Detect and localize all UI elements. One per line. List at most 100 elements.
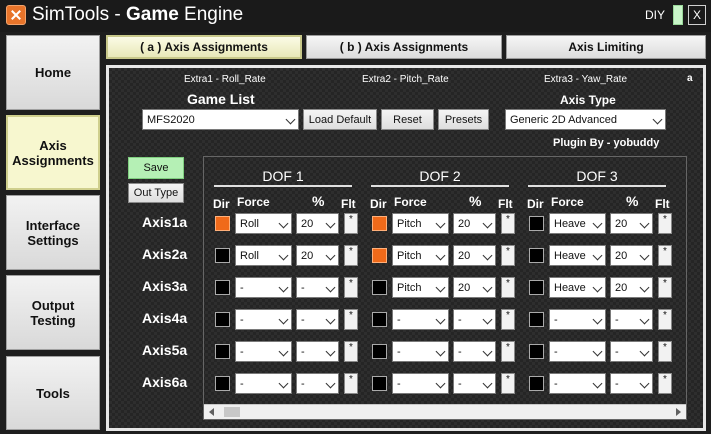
sidebar-item-output-testing[interactable]: Output Testing bbox=[6, 275, 100, 350]
percent-select[interactable]: - bbox=[296, 373, 339, 394]
force-select[interactable]: - bbox=[549, 341, 606, 362]
sidebar-item-axis-assignments[interactable]: Axis Assignments bbox=[6, 115, 100, 190]
direction-checkbox[interactable] bbox=[215, 216, 230, 231]
filter-button[interactable]: * bbox=[501, 309, 515, 330]
percent-select[interactable]: 20 bbox=[610, 277, 653, 298]
force-select[interactable]: - bbox=[235, 341, 292, 362]
tab-axis-limiting[interactable]: Axis Limiting bbox=[506, 35, 706, 59]
force-select[interactable]: - bbox=[235, 309, 292, 330]
filter-button[interactable]: * bbox=[658, 341, 672, 362]
presets-button[interactable]: Presets bbox=[438, 109, 489, 130]
percent-select[interactable]: 20 bbox=[453, 277, 496, 298]
direction-checkbox[interactable] bbox=[215, 376, 230, 391]
force-select[interactable]: Heave bbox=[549, 245, 606, 266]
direction-checkbox[interactable] bbox=[529, 248, 544, 263]
force-select[interactable]: Roll bbox=[235, 245, 292, 266]
filter-button[interactable]: * bbox=[658, 373, 672, 394]
percent-select[interactable]: 20 bbox=[296, 245, 339, 266]
filter-button[interactable]: * bbox=[501, 245, 515, 266]
scrollbar-thumb[interactable] bbox=[224, 407, 240, 417]
chevron-down-icon bbox=[325, 314, 336, 325]
chevron-down-icon bbox=[278, 378, 289, 389]
direction-checkbox[interactable] bbox=[215, 248, 230, 263]
sidebar-item-tools[interactable]: Tools bbox=[6, 356, 100, 430]
filter-button[interactable]: * bbox=[658, 277, 672, 298]
force-select[interactable]: Heave bbox=[549, 213, 606, 234]
force-select[interactable]: - bbox=[235, 373, 292, 394]
force-select[interactable]: - bbox=[392, 341, 449, 362]
axis-type-select[interactable]: Generic 2D Advanced bbox=[505, 109, 666, 130]
percent-select[interactable]: - bbox=[610, 341, 653, 362]
direction-checkbox[interactable] bbox=[372, 280, 387, 295]
direction-checkbox[interactable] bbox=[529, 216, 544, 231]
filter-button[interactable]: * bbox=[501, 213, 515, 234]
dof3-force-header: Force bbox=[551, 195, 584, 209]
force-select[interactable]: - bbox=[549, 309, 606, 330]
scroll-left-icon[interactable] bbox=[209, 408, 214, 416]
filter-button[interactable]: * bbox=[344, 277, 358, 298]
percent-select[interactable]: - bbox=[610, 309, 653, 330]
percent-select[interactable]: - bbox=[453, 309, 496, 330]
force-select[interactable]: Pitch bbox=[392, 245, 449, 266]
force-select[interactable]: Roll bbox=[235, 213, 292, 234]
out-type-button[interactable]: Out Type bbox=[128, 183, 184, 203]
direction-checkbox[interactable] bbox=[529, 312, 544, 327]
sidebar-item-home[interactable]: Home bbox=[6, 35, 100, 110]
filter-button[interactable]: * bbox=[344, 309, 358, 330]
direction-checkbox[interactable] bbox=[372, 312, 387, 327]
tab-axis-assignments-b[interactable]: ( b ) Axis Assignments bbox=[306, 35, 502, 59]
percent-select[interactable]: - bbox=[296, 341, 339, 362]
tab-axis-assignments-a[interactable]: ( a ) Axis Assignments bbox=[106, 35, 302, 59]
force-select[interactable]: Pitch bbox=[392, 277, 449, 298]
direction-checkbox[interactable] bbox=[372, 344, 387, 359]
direction-checkbox[interactable] bbox=[372, 376, 387, 391]
percent-select[interactable]: 20 bbox=[610, 245, 653, 266]
horizontal-scrollbar[interactable] bbox=[204, 404, 686, 419]
filter-button[interactable]: * bbox=[658, 213, 672, 234]
filter-button[interactable]: * bbox=[344, 341, 358, 362]
filter-button[interactable]: * bbox=[501, 341, 515, 362]
percent-select[interactable]: 20 bbox=[453, 213, 496, 234]
direction-checkbox[interactable] bbox=[529, 376, 544, 391]
reset-button[interactable]: Reset bbox=[381, 109, 434, 130]
percent-select[interactable]: - bbox=[610, 373, 653, 394]
chevron-down-icon bbox=[435, 250, 446, 261]
force-select[interactable]: Heave bbox=[549, 277, 606, 298]
force-select[interactable]: Pitch bbox=[392, 213, 449, 234]
save-button[interactable]: Save bbox=[128, 157, 184, 179]
load-default-button[interactable]: Load Default bbox=[303, 109, 377, 130]
percent-select[interactable]: 20 bbox=[296, 213, 339, 234]
percent-select[interactable]: - bbox=[453, 341, 496, 362]
force-select[interactable]: - bbox=[392, 373, 449, 394]
filter-button[interactable]: * bbox=[344, 213, 358, 234]
close-button[interactable]: X bbox=[688, 5, 706, 25]
filter-button[interactable]: * bbox=[501, 277, 515, 298]
percent-select[interactable]: - bbox=[296, 277, 339, 298]
percent-select[interactable]: - bbox=[453, 373, 496, 394]
scroll-right-icon[interactable] bbox=[676, 408, 681, 416]
app-logo-icon bbox=[6, 5, 26, 25]
force-select[interactable]: - bbox=[392, 309, 449, 330]
percent-select[interactable]: 20 bbox=[610, 213, 653, 234]
direction-checkbox[interactable] bbox=[372, 248, 387, 263]
filter-button[interactable]: * bbox=[344, 245, 358, 266]
filter-button[interactable]: * bbox=[501, 373, 515, 394]
direction-checkbox[interactable] bbox=[215, 280, 230, 295]
filter-button[interactable]: * bbox=[658, 245, 672, 266]
force-select[interactable]: - bbox=[235, 277, 292, 298]
chevron-down-icon bbox=[278, 314, 289, 325]
game-select[interactable]: MFS2020 bbox=[142, 109, 299, 130]
direction-checkbox[interactable] bbox=[529, 280, 544, 295]
direction-checkbox[interactable] bbox=[215, 312, 230, 327]
direction-checkbox[interactable] bbox=[372, 216, 387, 231]
filter-button[interactable]: * bbox=[344, 373, 358, 394]
chevron-down-icon bbox=[278, 250, 289, 261]
percent-select[interactable]: 20 bbox=[453, 245, 496, 266]
filter-button[interactable]: * bbox=[658, 309, 672, 330]
dof3-dir-header: Dir bbox=[527, 197, 544, 211]
direction-checkbox[interactable] bbox=[215, 344, 230, 359]
direction-checkbox[interactable] bbox=[529, 344, 544, 359]
sidebar-item-interface-settings[interactable]: Interface Settings bbox=[6, 195, 100, 270]
percent-select[interactable]: - bbox=[296, 309, 339, 330]
force-select[interactable]: - bbox=[549, 373, 606, 394]
